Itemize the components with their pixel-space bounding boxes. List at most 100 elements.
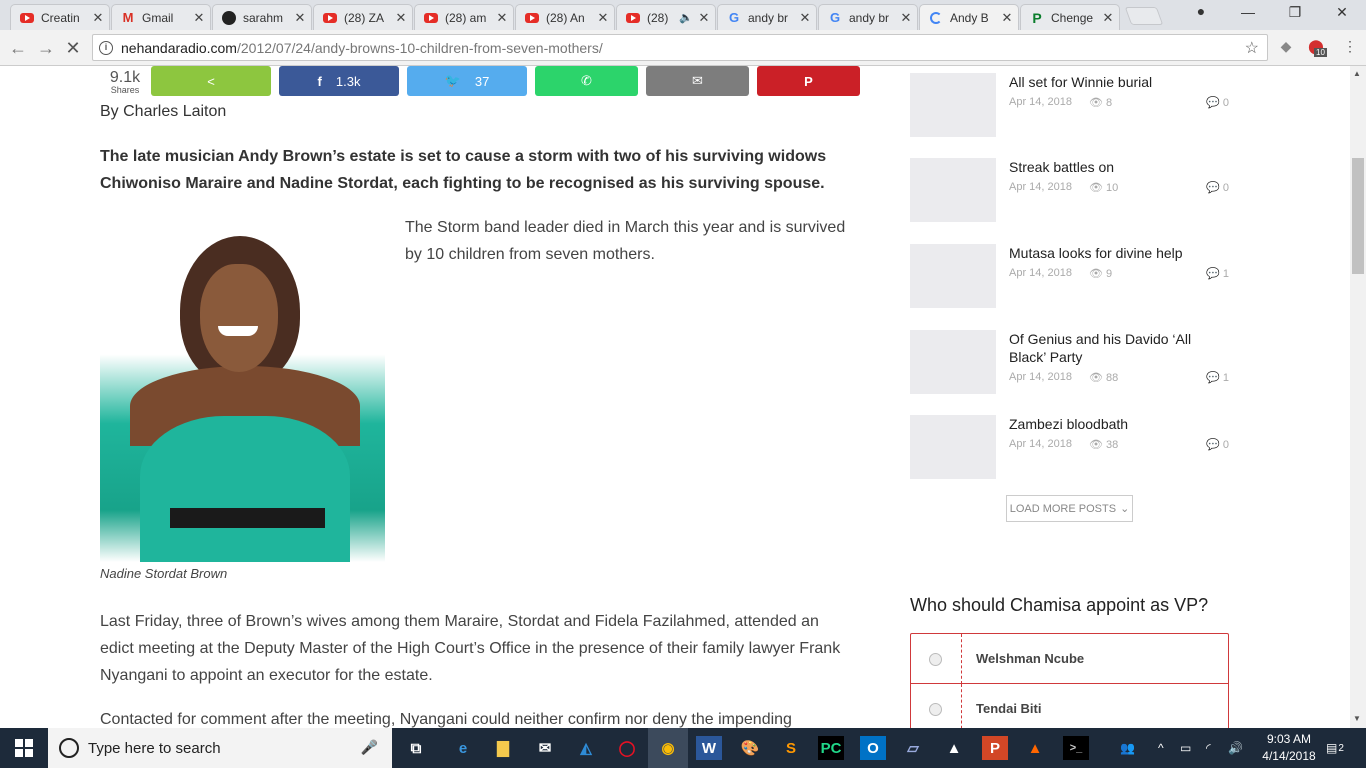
pinterest-share-button[interactable]: P <box>757 66 860 96</box>
close-icon[interactable]: ✕ <box>798 10 812 26</box>
poll-box: Welshman Ncube Tendai Biti <box>910 633 1229 728</box>
close-icon[interactable]: ✕ <box>91 10 105 26</box>
people-icon[interactable]: 👥 <box>1120 728 1135 768</box>
browser-tab[interactable]: Creatin ✕ <box>10 4 110 30</box>
powerpoint-icon[interactable]: P <box>982 736 1008 760</box>
post-thumbnail[interactable] <box>910 244 996 308</box>
volume-icon[interactable]: 🔊 <box>1228 728 1243 768</box>
close-icon[interactable]: ✕ <box>394 10 408 26</box>
start-button[interactable] <box>0 728 48 768</box>
poll-option[interactable]: Tendai Biti <box>911 684 1228 728</box>
notifications-icon[interactable]: ▤ 2 <box>1326 728 1344 768</box>
mail-icon[interactable]: ✉ <box>532 736 558 760</box>
browser-tab[interactable]: (28) 🔈 ✕ <box>616 4 716 30</box>
sidebar-post[interactable]: Mutasa looks for divine help Apr 14, 201… <box>910 244 1230 308</box>
address-bar[interactable]: i nehandaradio.com/2012/07/24/andy-brown… <box>92 34 1268 61</box>
speaker-icon[interactable]: 🔈 <box>679 11 693 24</box>
sidebar-post[interactable]: Zambezi bloodbath Apr 14, 2018 👁 38 💬 0 <box>910 415 1230 479</box>
radio-button[interactable] <box>929 703 942 716</box>
comment-icon: 💬 <box>1206 439 1220 451</box>
browser-tab[interactable]: M Gmail ✕ <box>111 4 211 30</box>
close-icon[interactable]: ✕ <box>1000 10 1014 26</box>
sidebar-post[interactable]: All set for Winnie burial Apr 14, 2018 👁… <box>910 73 1230 137</box>
poll-option-label[interactable]: Tendai Biti <box>976 701 1041 716</box>
sublime-icon[interactable]: S <box>778 736 804 760</box>
close-icon[interactable]: ✕ <box>596 10 610 26</box>
close-window-button[interactable]: ✕ <box>1330 4 1354 21</box>
post-thumbnail[interactable] <box>910 415 996 479</box>
page-scrollbar[interactable]: ▲ ▼ <box>1350 66 1366 728</box>
share-button[interactable]: < <box>151 66 271 96</box>
terminal-icon[interactable]: >_ <box>1063 736 1089 760</box>
tray-chevron-icon[interactable]: ^ <box>1158 728 1164 768</box>
sidebar-post[interactable]: Streak battles on Apr 14, 2018 👁 10 💬 0 <box>910 158 1230 222</box>
browser-tab[interactable]: (28) An ✕ <box>515 4 615 30</box>
post-title[interactable]: Mutasa looks for divine help <box>1009 244 1231 262</box>
info-icon[interactable]: i <box>99 40 113 55</box>
browser-tab-active[interactable]: Andy B ✕ <box>919 4 1019 30</box>
browser-tab[interactable]: P Chenge ✕ <box>1020 4 1120 30</box>
taskbar-search[interactable]: Type here to search 🎤 <box>48 728 392 768</box>
scroll-up-arrow[interactable]: ▲ <box>1353 69 1361 78</box>
whatsapp-share-button[interactable]: ✆ <box>535 66 638 96</box>
browser-tab[interactable]: sarahm ✕ <box>212 4 312 30</box>
post-thumbnail[interactable] <box>910 330 996 394</box>
bookmark-star-icon[interactable]: ☆ <box>1245 38 1259 58</box>
photos-icon[interactable]: ▲ <box>941 736 967 760</box>
close-icon[interactable]: ✕ <box>192 10 206 26</box>
microphone-icon[interactable]: 🎤 <box>361 739 378 756</box>
post-title[interactable]: Streak battles on <box>1009 158 1231 176</box>
edge-icon[interactable]: e <box>450 736 476 760</box>
facebook-share-button[interactable]: f 1.3k <box>279 66 399 96</box>
scroll-down-arrow[interactable]: ▼ <box>1353 714 1361 723</box>
load-more-button[interactable]: LOAD MORE POSTS ⌄ <box>1006 495 1133 522</box>
extension-icon[interactable]: ◆ <box>1276 38 1296 58</box>
taskbar-clock[interactable]: 9:03 AM 4/14/2018 <box>1254 731 1324 765</box>
chrome-icon[interactable]: ◉ <box>655 736 681 760</box>
stop-button[interactable]: ✕ <box>63 38 83 59</box>
paint-icon[interactable]: 🎨 <box>737 736 763 760</box>
extension-badge-icon[interactable]: ⬤ 10 <box>1306 38 1327 58</box>
tab-title: Gmail <box>142 10 174 25</box>
browser-tab[interactable]: G andy br ✕ <box>717 4 817 30</box>
word-icon[interactable]: W <box>696 736 722 760</box>
menu-icon[interactable]: ⋮ <box>1340 38 1360 58</box>
store-icon[interactable]: ◭ <box>573 736 599 760</box>
radio-button[interactable] <box>929 653 942 666</box>
minimize-button[interactable]: — <box>1236 4 1260 20</box>
poll-option-label[interactable]: Welshman Ncube <box>976 651 1084 666</box>
close-icon[interactable]: ✕ <box>697 10 711 26</box>
notepad-icon[interactable]: ▱ <box>900 736 926 760</box>
profile-icon[interactable]: ● <box>1189 3 1213 19</box>
close-icon[interactable]: ✕ <box>293 10 307 26</box>
new-tab-button[interactable] <box>1124 7 1164 25</box>
scrollbar-thumb[interactable] <box>1352 158 1364 274</box>
pycharm-icon[interactable]: PC <box>818 736 844 760</box>
outlook-icon[interactable]: O <box>860 736 886 760</box>
browser-tab[interactable]: (28) ZA ✕ <box>313 4 413 30</box>
battery-icon[interactable]: ▭ <box>1180 728 1191 768</box>
twitter-share-button[interactable]: 🐦 37 <box>407 66 527 96</box>
post-title[interactable]: All set for Winnie burial <box>1009 73 1231 91</box>
close-icon[interactable]: ✕ <box>899 10 913 26</box>
poll-option[interactable]: Welshman Ncube <box>911 634 1228 684</box>
post-title[interactable]: Of Genius and his Davido ‘All Black’ Par… <box>1009 330 1231 366</box>
browser-tab[interactable]: G andy br ✕ <box>818 4 918 30</box>
opera-icon[interactable]: ◯ <box>614 736 640 760</box>
task-view-icon[interactable]: ⧉ <box>403 736 429 760</box>
email-share-button[interactable]: ✉ <box>646 66 749 96</box>
wifi-icon[interactable]: ◜ <box>1206 728 1211 768</box>
vlc-icon[interactable]: ▲ <box>1022 736 1048 760</box>
close-icon[interactable]: ✕ <box>495 10 509 26</box>
close-icon[interactable]: ✕ <box>1101 10 1115 26</box>
back-button[interactable]: ← <box>8 38 28 59</box>
browser-tab[interactable]: (28) am ✕ <box>414 4 514 30</box>
maximize-button[interactable]: ❐ <box>1283 4 1307 21</box>
post-thumbnail[interactable] <box>910 73 996 137</box>
forward-button[interactable]: → <box>36 38 56 59</box>
post-thumbnail[interactable] <box>910 158 996 222</box>
share-count-number: 9.1k <box>109 69 141 86</box>
file-explorer-icon[interactable]: ▇ <box>490 736 516 760</box>
post-title[interactable]: Zambezi bloodbath <box>1009 415 1231 433</box>
sidebar-post[interactable]: Of Genius and his Davido ‘All Black’ Par… <box>910 330 1230 394</box>
